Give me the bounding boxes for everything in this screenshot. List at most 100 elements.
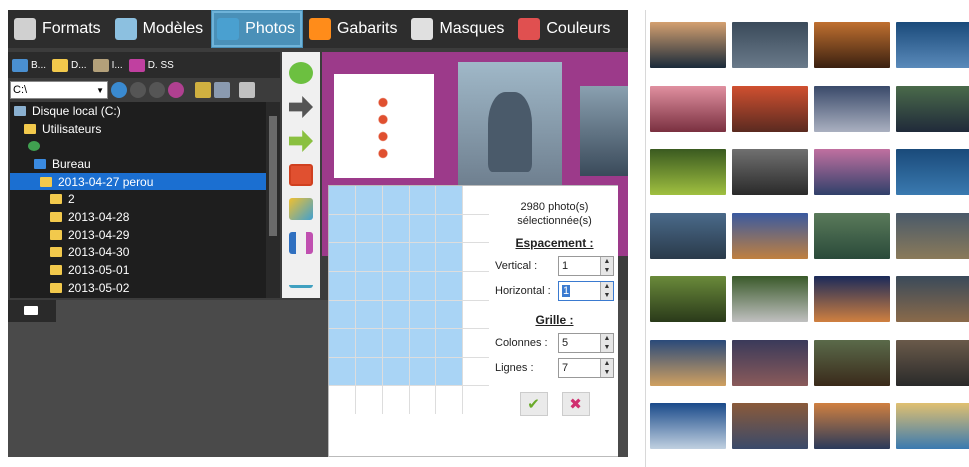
grid-cell[interactable]: [355, 186, 382, 214]
grid-cell[interactable]: [436, 329, 463, 357]
tools-icon[interactable]: [239, 82, 255, 98]
tab-formats[interactable]: Formats: [8, 10, 109, 48]
grid-cell[interactable]: [382, 300, 409, 329]
grid-cell[interactable]: [463, 243, 489, 271]
shortcut-item[interactable]: I...: [92, 58, 123, 72]
cancel-button[interactable]: ✖: [561, 392, 590, 416]
grid-cell[interactable]: [382, 214, 409, 243]
tree-node[interactable]: 2013-04-29: [10, 226, 280, 244]
spinner-arrows-icon[interactable]: ▲ ▼: [600, 257, 613, 275]
grid-cell[interactable]: [409, 186, 436, 214]
grid-cell[interactable]: [382, 243, 409, 271]
layout-grid-icon[interactable]: [289, 164, 313, 186]
tree-node[interactable]: [10, 137, 280, 155]
grid-cell[interactable]: [355, 214, 382, 243]
forward-icon[interactable]: [149, 82, 165, 98]
grid-cell[interactable]: [409, 329, 436, 357]
shortcut-item[interactable]: B...: [12, 58, 46, 72]
grid-cell[interactable]: [463, 300, 489, 329]
tab-gabarits[interactable]: Gabarits: [303, 10, 405, 48]
grid-cell[interactable]: [355, 271, 382, 300]
grid-cell[interactable]: [382, 271, 409, 300]
columns-icon[interactable]: [289, 232, 313, 254]
tree-node[interactable]: 2013-05-01: [10, 261, 280, 279]
grid-cell[interactable]: [329, 271, 355, 300]
grid-cell[interactable]: [409, 243, 436, 271]
spinner-arrows-icon[interactable]: ▲ ▼: [600, 282, 613, 300]
grid-cell[interactable]: [436, 386, 463, 414]
vertical-spinner[interactable]: 1 ▲ ▼: [558, 256, 614, 276]
add-icon[interactable]: [289, 62, 313, 84]
sort-icon[interactable]: [214, 82, 230, 98]
tree-node[interactable]: Disque local (C:): [10, 102, 280, 120]
grid-cell[interactable]: [382, 186, 409, 214]
tree-node[interactable]: 2013-04-30: [10, 244, 280, 262]
tree-node[interactable]: 2013-04-27 perou: [10, 172, 280, 191]
grid-cell[interactable]: [329, 186, 355, 214]
tree-node[interactable]: Bureau: [10, 155, 280, 173]
grid-cell[interactable]: [463, 186, 489, 214]
scrollbar-thumb[interactable]: [269, 116, 277, 236]
grid-cell[interactable]: [329, 329, 355, 357]
rows-spinner[interactable]: 7 ▲ ▼: [558, 358, 614, 378]
grid-cell[interactable]: [463, 386, 489, 414]
spinner-arrows-icon[interactable]: ▲ ▼: [600, 334, 613, 352]
select-all-icon[interactable]: [195, 82, 211, 98]
grid-cell[interactable]: [436, 271, 463, 300]
grid-cell[interactable]: [355, 300, 382, 329]
curve-icon[interactable]: [289, 266, 313, 288]
photo-thumbnail[interactable]: [458, 62, 562, 197]
grid-view-icon[interactable]: [24, 306, 38, 315]
tree-node[interactable]: Utilisateurs: [10, 120, 280, 138]
grid-cell[interactable]: [409, 386, 436, 414]
arrow-insert-icon[interactable]: [289, 130, 313, 152]
tree-node[interactable]: 2: [10, 190, 280, 208]
grid-cell[interactable]: [463, 214, 489, 243]
grid-cell[interactable]: [463, 329, 489, 357]
grid-cell[interactable]: [436, 300, 463, 329]
grid-cell[interactable]: [382, 329, 409, 357]
grid-cell[interactable]: [329, 386, 355, 414]
grid-cell[interactable]: [463, 357, 489, 386]
grid-cell[interactable]: [436, 186, 463, 214]
back-icon[interactable]: [130, 82, 146, 98]
user-profile-icon[interactable]: [168, 82, 184, 98]
mosaic-icon[interactable]: [289, 198, 313, 220]
grid-cell[interactable]: [329, 243, 355, 271]
confirm-button[interactable]: ✔: [519, 392, 548, 416]
horizontal-spinner[interactable]: 1 ▲ ▼: [558, 281, 614, 301]
grid-cell[interactable]: [463, 271, 489, 300]
tree-scrollbar[interactable]: [266, 102, 280, 298]
tree-node[interactable]: 2013-05-02: [10, 279, 280, 297]
grid-cell[interactable]: [409, 214, 436, 243]
grid-cell[interactable]: [329, 300, 355, 329]
grid-cell[interactable]: [382, 386, 409, 414]
grid-cell[interactable]: [436, 214, 463, 243]
view-toggle[interactable]: [8, 300, 56, 322]
grid-cell[interactable]: [436, 243, 463, 271]
grid-cell[interactable]: [355, 386, 382, 414]
tab-photos[interactable]: Photos: [211, 10, 303, 48]
spinner-arrows-icon[interactable]: ▲ ▼: [600, 359, 613, 377]
grid-cell[interactable]: [355, 243, 382, 271]
grid-cell[interactable]: [329, 214, 355, 243]
grid-cell[interactable]: [409, 271, 436, 300]
shortcut-item[interactable]: D. SS: [128, 58, 174, 72]
shortcut-item[interactable]: D...: [52, 58, 87, 72]
tab-masques[interactable]: Masques: [405, 10, 512, 48]
photo-thumbnail[interactable]: [334, 74, 434, 178]
grid-cell[interactable]: [355, 357, 382, 386]
grid-cell[interactable]: [355, 329, 382, 357]
tab-modles[interactable]: Modèles: [109, 10, 211, 48]
grid-cell[interactable]: [382, 357, 409, 386]
columns-spinner[interactable]: 5 ▲ ▼: [558, 333, 614, 353]
grid-cell[interactable]: [436, 357, 463, 386]
refresh-icon[interactable]: [111, 82, 127, 98]
grid-cell[interactable]: [329, 357, 355, 386]
photo-thumbnail[interactable]: [580, 86, 628, 176]
arrow-right-icon[interactable]: [289, 96, 313, 118]
grid-cell[interactable]: [409, 300, 436, 329]
tab-couleurs[interactable]: Couleurs: [512, 10, 618, 48]
grid-cell[interactable]: [409, 357, 436, 386]
tree-node[interactable]: 2013-04-28: [10, 208, 280, 226]
